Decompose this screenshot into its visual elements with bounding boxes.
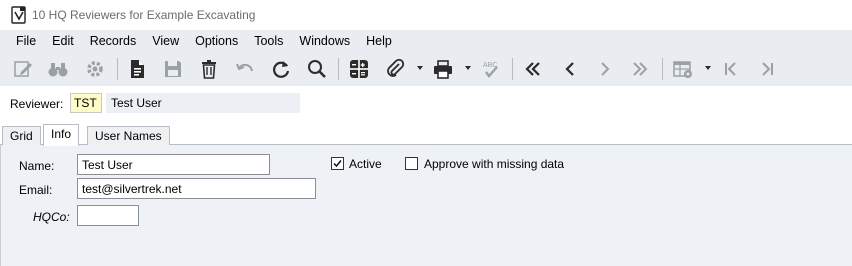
last-record-icon[interactable] [627, 56, 653, 82]
email-field[interactable]: test@silvertrek.net [77, 178, 316, 199]
email-label: Email: [19, 183, 53, 197]
menu-options[interactable]: Options [187, 31, 246, 51]
approve-missing-data-label: Approve with missing data [424, 157, 565, 171]
tab-info[interactable]: Info [43, 124, 80, 146]
chevron-down-icon[interactable] [704, 64, 712, 72]
toolbar-separator [512, 58, 513, 80]
menu-records[interactable]: Records [82, 31, 145, 51]
toolbar-separator [117, 58, 118, 80]
tab-grid[interactable]: Grid [2, 126, 41, 145]
next-record-icon[interactable] [592, 56, 618, 82]
undo-icon[interactable] [232, 56, 258, 82]
tab-user-names[interactable]: User Names [87, 126, 170, 145]
title-bar: 10 HQ Reviewers for Example Excavating [0, 0, 852, 30]
calculator-icon[interactable] [346, 56, 372, 82]
chevron-down-icon[interactable] [464, 64, 472, 72]
app-form-icon [11, 6, 27, 24]
toolbar-separator [662, 58, 663, 80]
toolbar: ABC [0, 52, 852, 86]
approve-missing-data-checkbox[interactable] [405, 157, 418, 170]
menu-bar: File Edit Records View Options Tools Win… [0, 30, 852, 52]
binoculars-icon[interactable] [45, 56, 71, 82]
attach-icon[interactable] [382, 56, 408, 82]
previous-record-icon[interactable] [557, 56, 583, 82]
name-label: Name: [19, 159, 55, 173]
info-panel: Name: Test User Email: test@silvertrek.n… [0, 145, 852, 266]
save-icon[interactable] [160, 56, 186, 82]
name-field[interactable]: Test User [77, 154, 270, 175]
reviewer-code-field[interactable]: TST [70, 93, 102, 113]
window: 10 HQ Reviewers for Example Excavating F… [0, 0, 852, 266]
chevron-down-icon[interactable] [416, 64, 424, 72]
menu-edit[interactable]: Edit [44, 31, 82, 51]
gear-icon[interactable] [82, 56, 108, 82]
last-page-icon[interactable] [754, 56, 780, 82]
active-checkbox[interactable] [331, 157, 344, 170]
delete-icon[interactable] [196, 56, 222, 82]
grid-settings-icon[interactable] [670, 56, 696, 82]
checkmark-icon [333, 160, 342, 168]
edit-icon[interactable] [10, 56, 36, 82]
menu-help[interactable]: Help [358, 31, 400, 51]
first-page-icon[interactable] [718, 56, 744, 82]
reviewer-label: Reviewer: [10, 97, 64, 111]
spellcheck-icon[interactable]: ABC [478, 56, 504, 82]
document-icon[interactable] [124, 56, 150, 82]
reviewer-name: Test User [106, 93, 300, 113]
menu-tools[interactable]: Tools [246, 31, 291, 51]
active-label: Active [349, 157, 382, 171]
first-record-icon[interactable] [520, 56, 546, 82]
menu-file[interactable]: File [8, 31, 44, 51]
menu-view[interactable]: View [144, 31, 187, 51]
menu-windows[interactable]: Windows [291, 31, 358, 51]
refresh-icon[interactable] [268, 56, 294, 82]
print-icon[interactable] [430, 56, 456, 82]
window-title: 10 HQ Reviewers for Example Excavating [32, 8, 256, 22]
hqco-field[interactable] [77, 205, 139, 226]
tab-strip: Grid Info User Names [0, 122, 852, 146]
search-icon[interactable] [304, 56, 330, 82]
toolbar-separator [338, 58, 339, 80]
hqco-label: HQCo: [33, 210, 70, 224]
